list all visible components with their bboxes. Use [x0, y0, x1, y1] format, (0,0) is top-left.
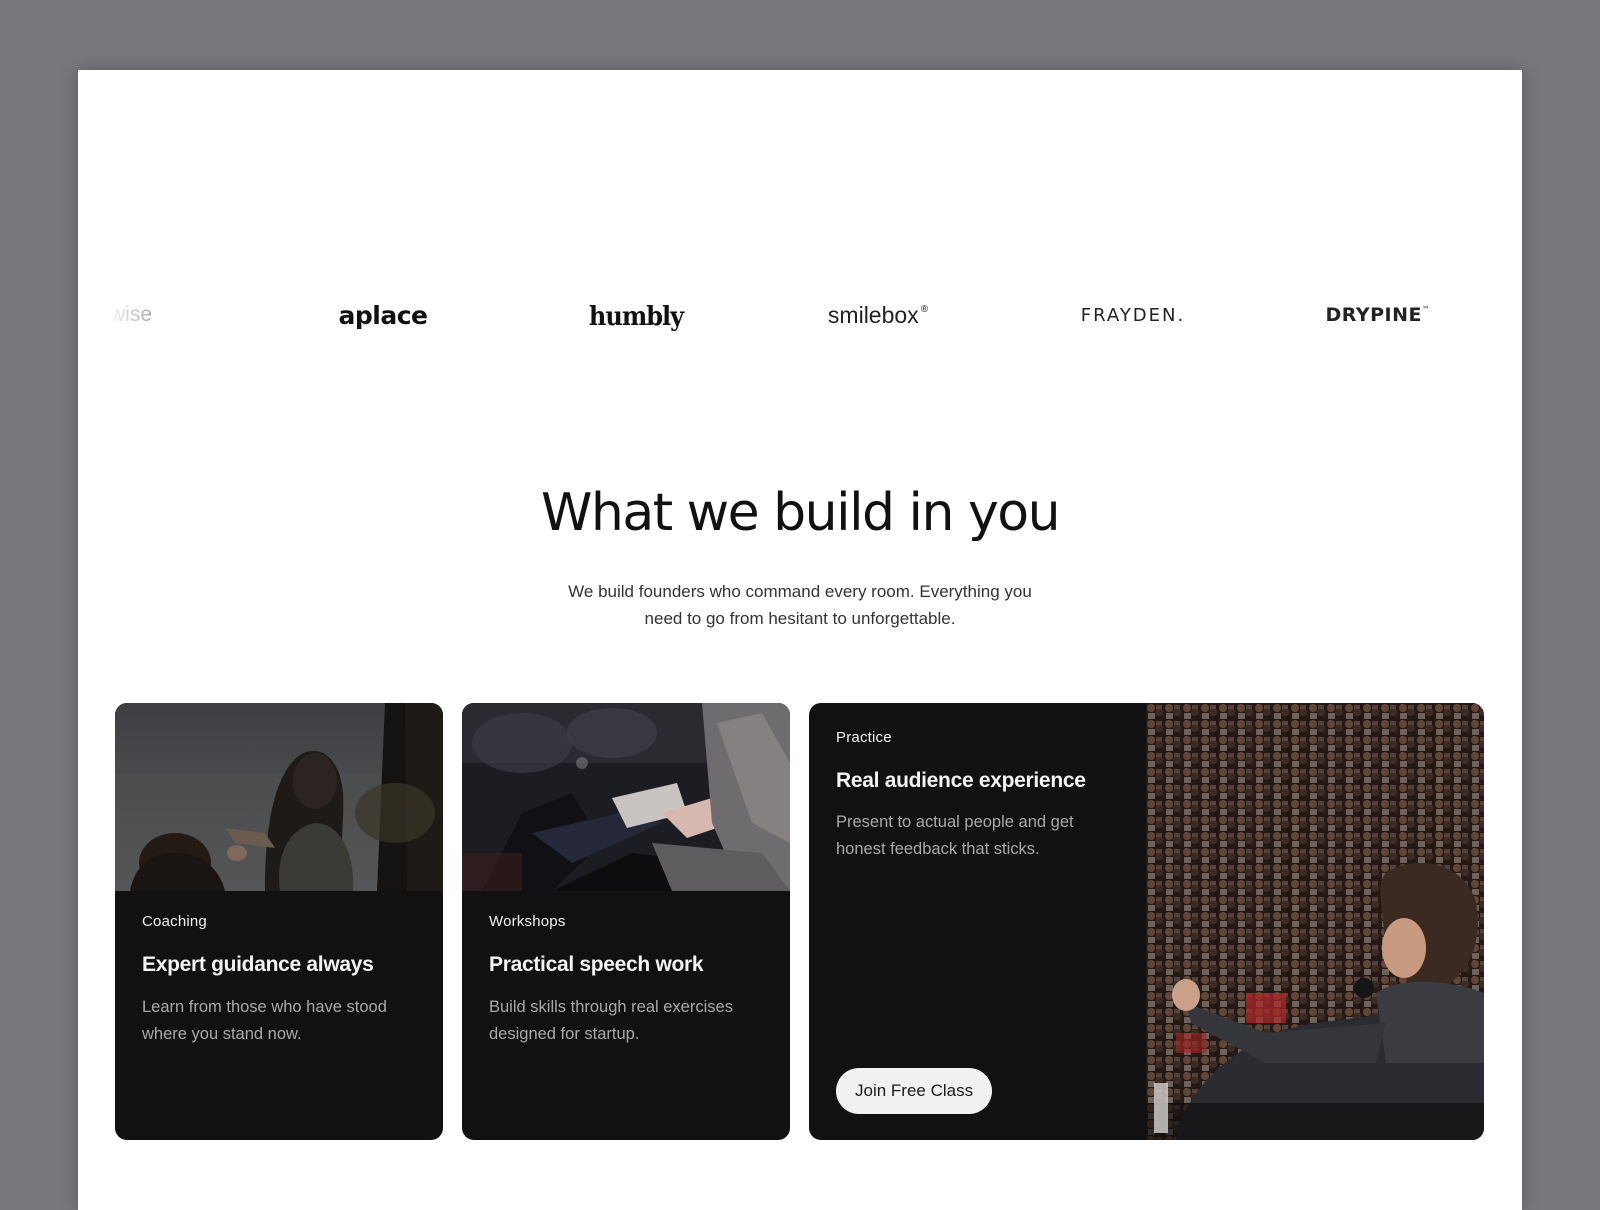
speaker-audience-photo — [1146, 703, 1484, 1140]
feature-card-coaching[interactable]: Coaching Expert guidance always Learn fr… — [115, 703, 443, 1140]
card-description: Learn from those who have stood where yo… — [142, 998, 387, 1043]
card-title: Practical speech work — [489, 953, 704, 976]
landing-page: wise aplace humbly smilebox ® FRAYDEN. DR… — [78, 70, 1522, 1210]
join-free-class-button[interactable]: Join Free Class — [836, 1068, 993, 1114]
logo-frayden: FRAYDEN. — [1080, 304, 1186, 326]
card-title: Expert guidance always — [142, 953, 374, 976]
logo-drypine: DRYPINE ™ — [1325, 304, 1431, 326]
logo-aplace: aplace — [338, 300, 428, 330]
workshop-notes-photo — [462, 703, 790, 891]
card-title: Real audience experience — [836, 769, 1086, 792]
feature-card-practice[interactable]: Practice Real audience experience Presen… — [809, 703, 1484, 1140]
section-subtitle: We build founders who command every room… — [568, 582, 1032, 628]
feature-card-workshops[interactable]: Workshops Practical speech work Build sk… — [462, 703, 790, 1140]
logo-smilebox: smilebox ® — [827, 301, 929, 328]
logo-wise: wise — [114, 303, 153, 326]
card-tag: Coaching — [142, 913, 207, 930]
card-description: Build skills through real exercises desi… — [489, 998, 733, 1043]
logo-humbly: humbly — [588, 299, 684, 331]
mentor-conversation-photo — [115, 703, 443, 891]
card-tag: Practice — [836, 729, 892, 746]
card-description: Present to actual people and get honest … — [836, 813, 1074, 858]
client-logo-strip: wise aplace humbly smilebox ® FRAYDEN. DR… — [78, 290, 1522, 340]
card-tag: Workshops — [489, 913, 566, 930]
section-title: What we build in you — [540, 483, 1061, 543]
